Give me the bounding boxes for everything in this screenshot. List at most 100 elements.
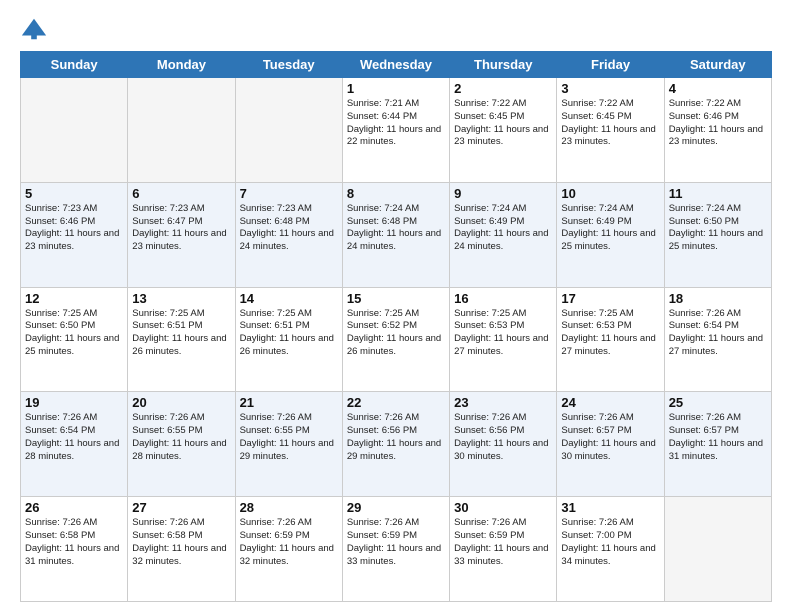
day-info: Sunrise: 7:24 AMSunset: 6:49 PMDaylight:… (454, 203, 552, 254)
calendar-cell: 29 Sunrise: 7:26 AMSunset: 6:59 PMDayligh… (342, 497, 449, 602)
day-info: Sunrise: 7:26 AMSunset: 6:59 PMDaylight:… (454, 517, 552, 568)
weekday-header-row: SundayMondayTuesdayWednesdayThursdayFrid… (21, 52, 772, 78)
calendar-cell: 24 Sunrise: 7:26 AMSunset: 6:57 PMDayligh… (557, 392, 664, 497)
day-info: Sunrise: 7:26 AMSunset: 6:59 PMDaylight:… (347, 517, 445, 568)
day-info: Sunrise: 7:26 AMSunset: 6:55 PMDaylight:… (132, 412, 230, 463)
day-number: 6 (132, 186, 230, 201)
week-row-1: 1 Sunrise: 7:21 AMSunset: 6:44 PMDaylight… (21, 78, 772, 183)
day-info: Sunrise: 7:24 AMSunset: 6:48 PMDaylight:… (347, 203, 445, 254)
day-number: 12 (25, 291, 123, 306)
day-info: Sunrise: 7:24 AMSunset: 6:49 PMDaylight:… (561, 203, 659, 254)
week-row-4: 19 Sunrise: 7:26 AMSunset: 6:54 PMDayligh… (21, 392, 772, 497)
day-info: Sunrise: 7:22 AMSunset: 6:46 PMDaylight:… (669, 98, 767, 149)
day-number: 10 (561, 186, 659, 201)
day-info: Sunrise: 7:26 AMSunset: 6:54 PMDaylight:… (25, 412, 123, 463)
day-number: 24 (561, 395, 659, 410)
day-number: 18 (669, 291, 767, 306)
day-info: Sunrise: 7:26 AMSunset: 6:56 PMDaylight:… (347, 412, 445, 463)
day-number: 22 (347, 395, 445, 410)
day-info: Sunrise: 7:26 AMSunset: 6:54 PMDaylight:… (669, 308, 767, 359)
calendar-cell: 11Sunrise: 7:24 AMSunset: 6:50 PMDayligh… (664, 182, 771, 287)
day-info: Sunrise: 7:26 AMSunset: 6:58 PMDaylight:… (25, 517, 123, 568)
day-number: 9 (454, 186, 552, 201)
day-info: Sunrise: 7:25 AMSunset: 6:50 PMDaylight:… (25, 308, 123, 359)
day-number: 5 (25, 186, 123, 201)
weekday-header-thursday: Thursday (450, 52, 557, 78)
day-info: Sunrise: 7:25 AMSunset: 6:53 PMDaylight:… (454, 308, 552, 359)
calendar-cell: 7Sunrise: 7:23 AMSunset: 6:48 PMDaylight… (235, 182, 342, 287)
day-number: 31 (561, 500, 659, 515)
calendar-cell (235, 78, 342, 183)
calendar-cell (128, 78, 235, 183)
calendar-table: SundayMondayTuesdayWednesdayThursdayFrid… (20, 51, 772, 602)
calendar-cell: 3 Sunrise: 7:22 AMSunset: 6:45 PMDaylight… (557, 78, 664, 183)
day-info: Sunrise: 7:23 AMSunset: 6:46 PMDaylight:… (25, 203, 123, 254)
week-row-2: 5 Sunrise: 7:23 AMSunset: 6:46 PMDaylight… (21, 182, 772, 287)
calendar-cell: 13 Sunrise: 7:25 AMSunset: 6:51 PMDayligh… (128, 287, 235, 392)
calendar-cell (664, 497, 771, 602)
day-info: Sunrise: 7:26 AMSunset: 6:57 PMDaylight:… (669, 412, 767, 463)
page: SundayMondayTuesdayWednesdayThursdayFrid… (0, 0, 792, 612)
day-info: Sunrise: 7:25 AMSunset: 6:53 PMDaylight:… (561, 308, 659, 359)
day-number: 8 (347, 186, 445, 201)
day-number: 16 (454, 291, 552, 306)
day-info: Sunrise: 7:26 AMSunset: 6:57 PMDaylight:… (561, 412, 659, 463)
calendar-cell: 6 Sunrise: 7:23 AMSunset: 6:47 PMDaylight… (128, 182, 235, 287)
calendar-cell: 19 Sunrise: 7:26 AMSunset: 6:54 PMDayligh… (21, 392, 128, 497)
calendar-cell: 18 Sunrise: 7:26 AMSunset: 6:54 PMDayligh… (664, 287, 771, 392)
day-info: Sunrise: 7:26 AMSunset: 6:59 PMDaylight:… (240, 517, 338, 568)
calendar-cell: 20 Sunrise: 7:26 AMSunset: 6:55 PMDayligh… (128, 392, 235, 497)
day-info: Sunrise: 7:24 AMSunset: 6:50 PMDaylight:… (669, 203, 767, 254)
calendar-cell: 17 Sunrise: 7:25 AMSunset: 6:53 PMDayligh… (557, 287, 664, 392)
day-info: Sunrise: 7:26 AMSunset: 6:56 PMDaylight:… (454, 412, 552, 463)
day-info: Sunrise: 7:25 AMSunset: 6:51 PMDaylight:… (240, 308, 338, 359)
calendar-cell: 26 Sunrise: 7:26 AMSunset: 6:58 PMDayligh… (21, 497, 128, 602)
day-number: 21 (240, 395, 338, 410)
day-info: Sunrise: 7:23 AMSunset: 6:47 PMDaylight:… (132, 203, 230, 254)
week-row-5: 26 Sunrise: 7:26 AMSunset: 6:58 PMDayligh… (21, 497, 772, 602)
day-info: Sunrise: 7:26 AMSunset: 6:58 PMDaylight:… (132, 517, 230, 568)
weekday-header-wednesday: Wednesday (342, 52, 449, 78)
day-info: Sunrise: 7:26 AMSunset: 6:55 PMDaylight:… (240, 412, 338, 463)
weekday-header-friday: Friday (557, 52, 664, 78)
day-info: Sunrise: 7:25 AMSunset: 6:51 PMDaylight:… (132, 308, 230, 359)
day-number: 29 (347, 500, 445, 515)
calendar-cell: 4 Sunrise: 7:22 AMSunset: 6:46 PMDaylight… (664, 78, 771, 183)
calendar-cell: 10 Sunrise: 7:24 AMSunset: 6:49 PMDayligh… (557, 182, 664, 287)
day-number: 30 (454, 500, 552, 515)
day-info: Sunrise: 7:22 AMSunset: 6:45 PMDaylight:… (561, 98, 659, 149)
day-number: 1 (347, 81, 445, 96)
day-info: Sunrise: 7:26 AMSunset: 7:00 PMDaylight:… (561, 517, 659, 568)
day-number: 20 (132, 395, 230, 410)
day-number: 7 (240, 186, 338, 201)
calendar-cell: 25Sunrise: 7:26 AMSunset: 6:57 PMDayligh… (664, 392, 771, 497)
header (20, 15, 772, 43)
calendar-cell: 14 Sunrise: 7:25 AMSunset: 6:51 PMDayligh… (235, 287, 342, 392)
day-number: 19 (25, 395, 123, 410)
calendar-cell (21, 78, 128, 183)
calendar-cell: 23Sunrise: 7:26 AMSunset: 6:56 PMDayligh… (450, 392, 557, 497)
day-number: 4 (669, 81, 767, 96)
day-number: 3 (561, 81, 659, 96)
day-info: Sunrise: 7:21 AMSunset: 6:44 PMDaylight:… (347, 98, 445, 149)
day-number: 13 (132, 291, 230, 306)
day-number: 26 (25, 500, 123, 515)
calendar-cell: 21 Sunrise: 7:26 AMSunset: 6:55 PMDayligh… (235, 392, 342, 497)
calendar-cell: 28Sunrise: 7:26 AMSunset: 6:59 PMDayligh… (235, 497, 342, 602)
day-info: Sunrise: 7:25 AMSunset: 6:52 PMDaylight:… (347, 308, 445, 359)
calendar-cell: 9 Sunrise: 7:24 AMSunset: 6:49 PMDaylight… (450, 182, 557, 287)
weekday-header-monday: Monday (128, 52, 235, 78)
day-number: 17 (561, 291, 659, 306)
calendar-cell: 15 Sunrise: 7:25 AMSunset: 6:52 PMDayligh… (342, 287, 449, 392)
calendar-cell: 12 Sunrise: 7:25 AMSunset: 6:50 PMDayligh… (21, 287, 128, 392)
weekday-header-sunday: Sunday (21, 52, 128, 78)
logo (20, 15, 52, 43)
day-number: 15 (347, 291, 445, 306)
day-info: Sunrise: 7:22 AMSunset: 6:45 PMDaylight:… (454, 98, 552, 149)
calendar-cell: 5 Sunrise: 7:23 AMSunset: 6:46 PMDaylight… (21, 182, 128, 287)
day-number: 14 (240, 291, 338, 306)
calendar-cell: 31 Sunrise: 7:26 AMSunset: 7:00 PMDayligh… (557, 497, 664, 602)
weekday-header-tuesday: Tuesday (235, 52, 342, 78)
calendar-cell: 30 Sunrise: 7:26 AMSunset: 6:59 PMDayligh… (450, 497, 557, 602)
logo-icon (20, 15, 48, 43)
